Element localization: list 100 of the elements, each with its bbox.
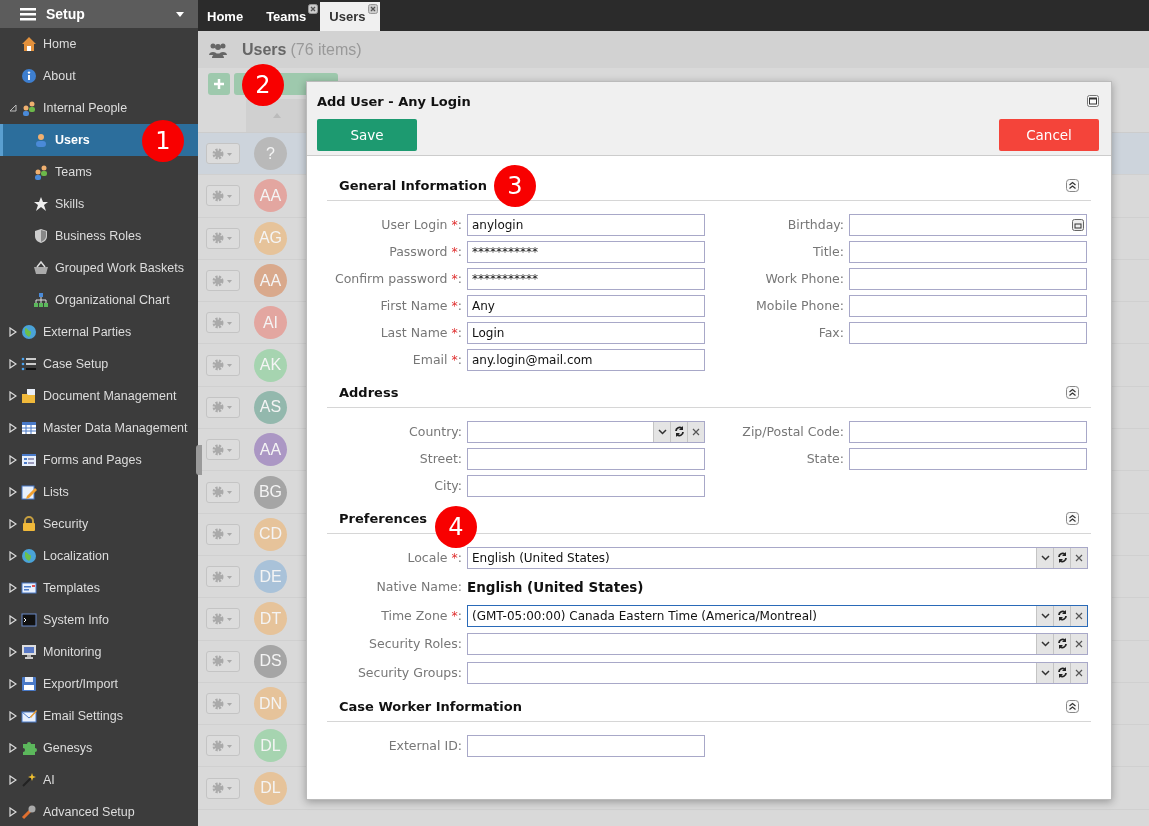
input-field[interactable]: Login [467,321,705,344]
gear-icon [212,528,234,541]
clear-icon[interactable] [1070,547,1087,568]
input-field[interactable]: anylogin [467,213,705,236]
actions-button[interactable] [206,185,240,207]
dropdown-icon[interactable] [1036,662,1053,683]
clear-icon[interactable] [687,421,704,442]
dropdown-field[interactable] [467,632,1088,655]
refresh-icon[interactable] [1053,662,1070,683]
actions-button[interactable] [206,650,240,672]
sidebar-item[interactable]: Skills [0,188,198,220]
dropdown-icon[interactable] [1036,633,1053,654]
sidebar-item[interactable]: Localization [0,540,198,572]
collapse-icon[interactable] [1066,385,1079,399]
cancel-button[interactable]: Cancel [999,119,1099,151]
sidebar-item[interactable]: AI [0,764,198,796]
actions-button[interactable] [206,566,240,588]
close-icon[interactable] [308,4,319,14]
actions-button[interactable] [206,481,240,503]
sidebar-item[interactable]: Export/Import [0,668,198,700]
input-field[interactable] [849,321,1087,344]
actions-button[interactable] [206,777,240,799]
sidebar-item[interactable]: Email Settings [0,700,198,732]
maximize-icon[interactable] [1087,95,1099,107]
sidebar-item[interactable]: Advanced Setup [0,796,198,826]
actions-button[interactable] [206,439,240,461]
dropdown-field[interactable]: (GMT-05:00:00) Canada Eastern Time (America/Montreal) [467,604,1088,627]
close-icon[interactable] [367,4,378,14]
sidebar-item[interactable]: Home [0,28,198,60]
collapse-icon[interactable] [1066,511,1079,525]
actions-button[interactable] [206,523,240,545]
input-field[interactable]: Any [467,294,705,317]
dropdown-icon[interactable] [653,421,670,442]
terminal-icon [21,612,37,628]
input-field[interactable] [467,734,705,757]
sidebar-item[interactable]: System Info [0,604,198,636]
clear-icon[interactable] [1070,662,1087,683]
input-field[interactable] [849,267,1087,290]
collapse-handle[interactable] [196,445,202,475]
actions-button[interactable] [206,608,240,630]
input-field[interactable] [849,447,1087,470]
actions-button[interactable] [206,396,240,418]
input-field[interactable] [467,447,705,470]
sidebar-item[interactable]: Security [0,508,198,540]
gear-icon [212,359,234,372]
input-field[interactable] [849,294,1087,317]
actions-button[interactable] [206,693,240,714]
input-field[interactable] [849,240,1087,263]
dropdown-field[interactable] [467,661,1088,684]
menu-title: Setup [46,6,86,22]
actions-button[interactable] [206,735,240,757]
input-field[interactable] [849,420,1087,443]
sidebar-item[interactable]: About [0,60,198,92]
actions-button[interactable] [206,354,240,376]
tab[interactable]: Teams [257,2,321,31]
date-field[interactable] [849,213,1087,236]
globe-icon [21,324,37,340]
clear-icon[interactable] [1070,605,1087,626]
clear-icon[interactable] [1070,633,1087,654]
field-label: Country: [408,424,463,439]
sidebar-item[interactable]: Master Data Management [0,412,198,444]
actions-button[interactable] [206,143,240,165]
refresh-icon[interactable] [1053,605,1070,626]
notepad-icon [21,484,37,500]
save-button[interactable]: Save [317,119,417,151]
dropdown-icon[interactable] [1036,605,1053,626]
collapse-icon[interactable] [1066,699,1079,713]
sidebar-item[interactable]: Document Management [0,380,198,412]
dropdown-field[interactable] [467,420,705,443]
calendar-icon[interactable] [1072,218,1084,231]
sidebar-item[interactable]: Grouped Work Baskets [0,252,198,284]
sidebar-item[interactable]: Forms and Pages [0,444,198,476]
actions-button[interactable] [206,227,240,249]
sidebar-item[interactable]: Organizational Chart [0,284,198,316]
sidebar-item[interactable]: Lists [0,476,198,508]
add-button[interactable] [208,72,230,95]
dropdown-field[interactable]: English (United States) [467,546,1088,569]
refresh-icon[interactable] [670,421,687,442]
field-label: Locale *: [406,550,463,565]
refresh-icon[interactable] [1053,547,1070,568]
sidebar-item[interactable]: Monitoring [0,636,198,668]
sidebar-item[interactable]: Case Setup [0,348,198,380]
input-field[interactable]: *********** [467,267,705,290]
actions-button[interactable] [206,312,240,334]
dropdown-icon[interactable] [1036,547,1053,568]
setup-menu-header[interactable]: Setup [0,0,198,28]
sidebar-item[interactable]: Genesys [0,732,198,764]
tab[interactable]: Users [320,2,380,31]
sidebar-item[interactable]: External Parties [0,316,198,348]
input-field[interactable]: any.login@mail.com [467,348,705,371]
sidebar-item[interactable]: Business Roles [0,220,198,252]
sidebar-item[interactable]: Templates [0,572,198,604]
tab[interactable]: Home [198,2,258,31]
actions-button[interactable] [206,270,240,292]
field-label: Fax: [817,325,845,340]
refresh-icon[interactable] [1053,633,1070,654]
collapse-icon[interactable] [1066,178,1079,192]
expander-icon [9,455,17,465]
input-field[interactable] [467,474,705,497]
input-field[interactable]: *********** [467,240,705,263]
